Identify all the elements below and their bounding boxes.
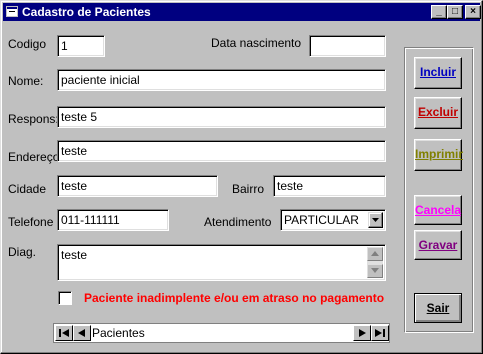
dropdown-arrow-icon[interactable] xyxy=(368,212,383,228)
bairro-field[interactable]: teste xyxy=(273,175,386,197)
sair-button[interactable]: Sair xyxy=(414,293,462,323)
main-window: Cadastro de Pacientes _ □ × Codigo 1 Dat… xyxy=(0,0,483,354)
nome-field[interactable]: paciente inicial xyxy=(57,69,386,91)
next-record-icon[interactable] xyxy=(353,325,371,341)
data-nascimento-field[interactable] xyxy=(309,35,386,57)
imprimir-button[interactable]: Imprimir xyxy=(414,139,463,171)
diag-label: Diag. xyxy=(8,245,37,259)
endereco-field[interactable]: teste xyxy=(57,140,386,162)
endereco-label: Endereço xyxy=(8,150,60,164)
first-record-icon[interactable] xyxy=(55,325,73,341)
codigo-label: Codigo xyxy=(8,37,47,51)
button-frame xyxy=(404,47,474,333)
respons-field[interactable]: teste 5 xyxy=(57,106,386,128)
cancela-button[interactable]: Cancela xyxy=(414,195,462,225)
app-icon xyxy=(6,6,18,17)
cidade-label: Cidade xyxy=(8,182,47,196)
telefone-field[interactable]: 011-111111 xyxy=(57,209,169,231)
diag-scrollbar[interactable] xyxy=(367,247,383,278)
codigo-field[interactable]: 1 xyxy=(57,35,105,57)
scroll-down-icon[interactable] xyxy=(367,264,383,278)
cidade-field[interactable]: teste xyxy=(57,175,218,197)
inadimplente-label[interactable]: Paciente inadimplente e/ou em atraso no … xyxy=(84,291,384,305)
close-icon[interactable]: × xyxy=(465,5,481,19)
telefone-label: Telefone xyxy=(8,215,54,229)
minimize-icon[interactable]: _ xyxy=(431,5,447,19)
prev-record-icon[interactable] xyxy=(73,325,91,341)
navigator-caption: Pacientes xyxy=(92,326,145,340)
diag-textarea[interactable]: teste xyxy=(57,244,386,281)
title-bar[interactable]: Cadastro de Pacientes _ □ × xyxy=(3,3,481,21)
record-navigator: Pacientes xyxy=(53,323,390,343)
maximize-icon[interactable]: □ xyxy=(447,5,463,19)
bairro-label: Bairro xyxy=(232,182,265,196)
incluir-button[interactable]: Incluir xyxy=(414,57,462,89)
atendimento-label: Atendimento xyxy=(204,215,272,229)
last-record-icon[interactable] xyxy=(371,325,389,341)
diag-value: teste xyxy=(61,248,88,262)
inadimplente-checkbox[interactable] xyxy=(58,291,72,305)
nome-label: Nome: xyxy=(8,74,44,88)
scroll-up-icon[interactable] xyxy=(367,247,383,261)
respons-label: Respons: xyxy=(8,112,59,126)
excluir-button[interactable]: Excluir xyxy=(414,97,462,129)
window-title: Cadastro de Pacientes xyxy=(22,5,151,19)
atendimento-value: PARTICULAR xyxy=(284,213,359,227)
atendimento-select[interactable]: PARTICULAR xyxy=(280,209,386,231)
data-nascimento-label: Data nascimento xyxy=(211,36,302,50)
gravar-button[interactable]: Gravar xyxy=(414,230,462,260)
